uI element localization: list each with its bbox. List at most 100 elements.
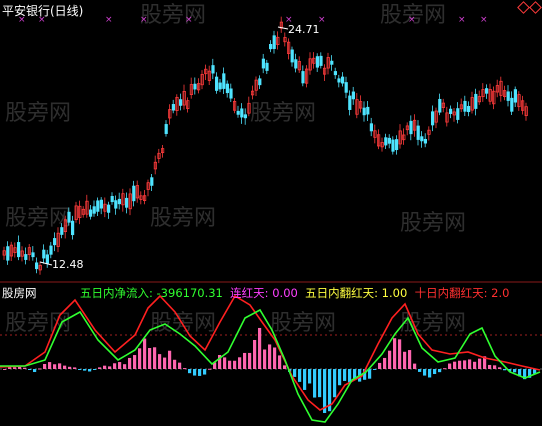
indicator-value: 0.00: [272, 286, 298, 300]
histogram-bar: [263, 349, 267, 369]
high-price-label: 24.71: [288, 23, 320, 36]
candle-body: [89, 209, 93, 217]
watermark-text: 股旁网: [250, 101, 316, 126]
histogram-bar: [203, 369, 207, 375]
histogram-bar: [193, 369, 197, 376]
histogram-bar: [378, 362, 382, 369]
histogram-bar: [488, 364, 492, 369]
candle-body: [384, 137, 388, 146]
indicator-values: 五日内净流入: -396170.31 连红天: 0.00 五日内翻红天: 1.0…: [80, 285, 509, 301]
candle-body: [315, 56, 320, 68]
candle-body: [45, 254, 50, 264]
candle-body: [164, 124, 168, 134]
histogram-bar: [403, 351, 407, 369]
candle-body: [448, 108, 453, 114]
candle-body: [125, 197, 129, 208]
candle-body: [71, 220, 75, 236]
candle-body: [211, 65, 215, 74]
histogram-bar: [223, 357, 227, 369]
histogram-bar: [233, 360, 237, 369]
candle-body: [423, 138, 428, 144]
histogram-bar: [73, 367, 77, 369]
histogram-bar: [308, 369, 312, 384]
candle-body: [348, 95, 352, 110]
histogram-bar: [388, 350, 392, 369]
candle-body: [330, 60, 334, 65]
candle-body: [171, 104, 175, 111]
candle-body: [193, 83, 197, 90]
chart-title: 平安银行(日线): [2, 4, 84, 18]
histogram-bar: [338, 369, 342, 386]
histogram-bar: [113, 363, 117, 369]
candle-body: [391, 139, 395, 152]
candle-body: [394, 139, 399, 151]
candle-body: [132, 185, 136, 202]
histogram-bar: [463, 360, 467, 369]
histogram-bar: [348, 369, 352, 383]
candle-body: [301, 71, 305, 84]
histogram-bar: [238, 357, 242, 369]
histogram-bar: [468, 359, 472, 369]
candle-body: [484, 88, 489, 94]
watermark-text: 股旁网: [150, 206, 216, 231]
candle-body: [24, 254, 28, 260]
candle-body: [117, 198, 121, 205]
histogram-bar: [293, 369, 297, 377]
histogram-bar: [243, 352, 247, 369]
candle-body: [49, 245, 53, 255]
histogram-bar: [448, 363, 452, 369]
signal-marker: ×: [458, 15, 466, 25]
histogram-bar: [408, 350, 412, 369]
candle-body: [510, 97, 514, 112]
histogram-bar: [438, 369, 442, 373]
histogram-bar: [453, 361, 457, 369]
histogram-bar: [428, 369, 432, 378]
flow-histogram: [3, 327, 537, 414]
histogram-bar: [158, 354, 162, 369]
histogram-bar: [163, 357, 167, 369]
histogram-bar: [413, 363, 417, 369]
low-price-label: 12.48: [52, 258, 84, 271]
histogram-bar: [393, 338, 397, 369]
candle-body: [463, 100, 467, 112]
histogram-bar: [228, 360, 232, 369]
histogram-bar: [98, 367, 102, 369]
histogram-bar: [513, 369, 517, 373]
candle-body: [31, 252, 35, 258]
histogram-bar: [473, 361, 477, 369]
candle-body: [268, 44, 273, 50]
histogram-bar: [273, 347, 277, 369]
histogram-bar: [93, 369, 97, 370]
candle-body: [333, 71, 338, 76]
candle-body: [229, 88, 233, 99]
candle-body: [513, 89, 518, 103]
candle-body: [107, 204, 111, 213]
candle-body: [16, 242, 21, 258]
candle-body: [272, 35, 276, 49]
indicator-label: 连红天:: [222, 286, 273, 300]
indicator-label: 十日内翻红天:: [407, 286, 492, 300]
signal-marker: ×: [140, 15, 148, 25]
candle-body: [110, 196, 114, 203]
candle-body: [369, 123, 374, 132]
candlestick-series: [2, 16, 528, 275]
indicator-value: 1.00: [381, 286, 408, 300]
candle-body: [99, 199, 103, 209]
histogram-bar: [368, 369, 372, 379]
candle-body: [438, 98, 442, 113]
candle-body: [240, 108, 244, 118]
candle-body: [416, 125, 420, 140]
histogram-bar: [383, 357, 387, 369]
candle-body: [96, 200, 100, 212]
chart-canvas[interactable]: 股旁网 股旁网股旁网 股旁网股旁网股旁网 股旁网股旁网 股旁网 股旁网 股旁网 × × × × × ×…: [0, 0, 542, 426]
candle-body: [456, 108, 460, 120]
candle-body: [214, 76, 219, 91]
candle-body: [366, 106, 370, 115]
indicator-value: -396170.31: [156, 286, 223, 300]
histogram-bar: [303, 369, 307, 390]
histogram-bar: [333, 369, 337, 398]
histogram-bar: [258, 327, 262, 369]
histogram-bar: [178, 362, 182, 369]
histogram-bar: [503, 369, 507, 371]
histogram-bar: [198, 369, 202, 376]
